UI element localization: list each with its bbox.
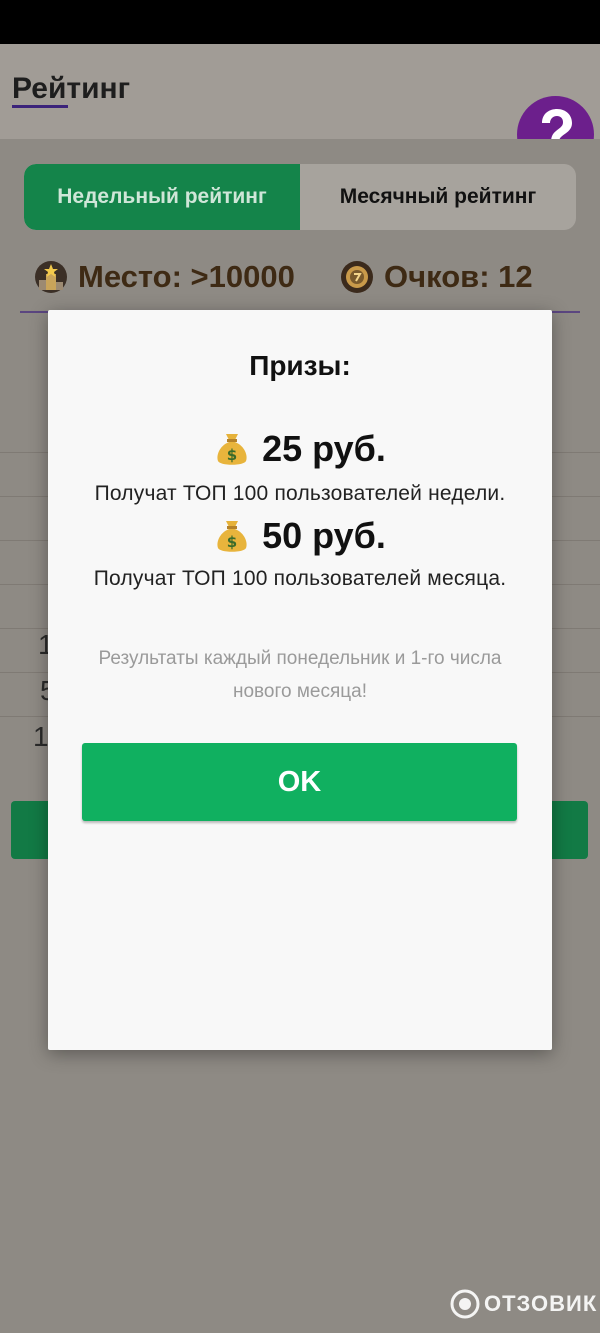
ok-button[interactable]: OK bbox=[82, 743, 517, 821]
place-value: Место: >10000 bbox=[78, 259, 295, 294]
prize-monthly-value: 50 руб. bbox=[262, 515, 386, 556]
place-stat: Место: >10000 bbox=[34, 259, 295, 295]
prize-weekly-description: Получат ТОП 100 пользователей недели. bbox=[94, 482, 506, 505]
tab-monthly[interactable]: Месячный рейтинг bbox=[300, 164, 576, 230]
user-stats: Место: >10000 Очков: 12 bbox=[20, 249, 580, 313]
points-value: Очков: 12 bbox=[384, 259, 533, 294]
otzovik-logo-icon bbox=[450, 1289, 480, 1319]
coin-medal-icon bbox=[341, 261, 373, 293]
tab-weekly[interactable]: Недельный рейтинг bbox=[24, 164, 300, 230]
status-bar bbox=[0, 0, 600, 44]
points-stat: Очков: 12 bbox=[340, 259, 533, 295]
svg-text:$: $ bbox=[227, 446, 237, 464]
prize-weekly-amount: $ 25 руб. bbox=[48, 428, 552, 470]
prize-weekly-value: 25 руб. bbox=[262, 428, 386, 469]
watermark: ОТЗОВИК bbox=[450, 1289, 597, 1319]
prize-monthly-amount: $ 50 руб. bbox=[48, 515, 552, 557]
prize-monthly-description: Получат ТОП 100 пользователей месяца. bbox=[93, 567, 507, 590]
title-underline bbox=[12, 105, 68, 108]
list-item-rank: 1 bbox=[33, 721, 49, 752]
svg-text:$: $ bbox=[227, 533, 237, 551]
prizes-dialog: Призы: $ 25 руб. Получат ТОП 100 пользов… bbox=[48, 310, 552, 1050]
results-note: Результаты каждый понедельник и 1-го чис… bbox=[98, 648, 502, 702]
money-bag-icon: $ bbox=[217, 434, 247, 465]
podium-icon bbox=[35, 261, 67, 293]
dialog-title: Призы: bbox=[249, 350, 351, 381]
watermark-text: ОТЗОВИК bbox=[484, 1291, 598, 1316]
page-title: Рейтинг bbox=[12, 72, 131, 105]
money-bag-icon: $ bbox=[217, 521, 247, 552]
app-bar: Рейтинг bbox=[0, 44, 600, 173]
rating-tabs: Недельный рейтинг Месячный рейтинг bbox=[24, 164, 576, 230]
